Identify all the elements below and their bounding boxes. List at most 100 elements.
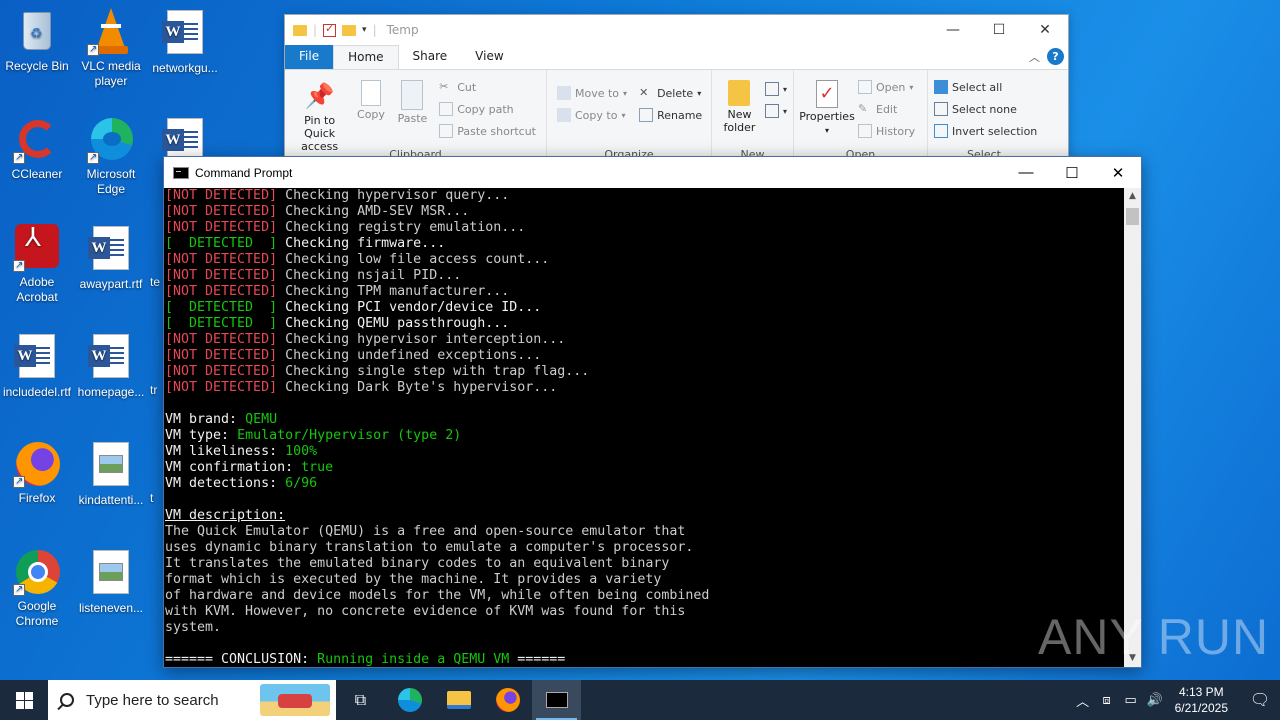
search-icon xyxy=(60,693,74,707)
ethernet-icon[interactable]: ▭ xyxy=(1119,692,1143,708)
easy-access-button[interactable]: ▾ xyxy=(764,102,787,120)
ribbon-group-new: New folder ▾ ▾ New xyxy=(712,70,794,163)
move-to-button[interactable]: Move to ▾ xyxy=(557,84,627,102)
word-document-icon: W xyxy=(161,10,209,58)
cmd-title: Command Prompt xyxy=(195,165,293,180)
desktop-icon-firefox[interactable]: Firefox xyxy=(0,440,74,506)
firefox-icon xyxy=(13,440,61,489)
desktop-icon-acrobat[interactable]: ⅄ Adobe Acrobat xyxy=(0,224,74,305)
taskbar-command-prompt[interactable] xyxy=(532,680,581,720)
task-view-icon: ⧉ xyxy=(354,690,367,709)
select-none-button[interactable]: Select none xyxy=(934,100,1037,118)
desktop-icon-vlc[interactable]: VLC media player xyxy=(74,8,148,89)
copy-path-button[interactable]: Copy path xyxy=(439,100,536,118)
start-button[interactable] xyxy=(0,680,48,720)
search-placeholder: Type here to search xyxy=(86,691,219,709)
close-icon[interactable]: ✕ xyxy=(1022,22,1068,38)
desktop-icon-recycle-bin[interactable]: ♻ Recycle Bin xyxy=(0,8,74,74)
taskbar-search-box[interactable]: Type here to search xyxy=(48,680,336,720)
desktop-icon-label: VLC media player xyxy=(81,59,141,88)
console-output[interactable]: [NOT DETECTED] Checking hypervisor query… xyxy=(164,188,1124,667)
invert-selection-icon xyxy=(934,124,948,138)
scissors-icon: ✂ xyxy=(439,80,449,93)
notification-icon[interactable]: 🗨 xyxy=(1240,690,1280,710)
desktop-icon-chrome[interactable]: Google Chrome xyxy=(0,548,74,629)
volume-icon[interactable]: 🔊 xyxy=(1143,692,1167,708)
check-text: Checking Dark Byte's hypervisor... xyxy=(285,380,558,395)
check-status: [NOT DETECTED] xyxy=(165,364,278,379)
new-folder-quick-icon[interactable] xyxy=(342,24,357,36)
check-line: [NOT DETECTED] Checking undefined except… xyxy=(165,348,1124,364)
invert-selection-button[interactable]: Invert selection xyxy=(934,122,1037,140)
copy-icon xyxy=(360,80,381,106)
desktop-icon-edge[interactable]: Microsoft Edge xyxy=(74,116,148,197)
conclusion-prefix: ====== CONCLUSION: xyxy=(165,652,318,667)
clock[interactable]: 4:13 PM 6/21/2025 xyxy=(1175,684,1228,716)
history-button[interactable]: History xyxy=(858,122,915,140)
desktop-icon-includedel[interactable]: W includedel.rtf xyxy=(0,332,74,400)
close-icon[interactable]: ✕ xyxy=(1095,164,1141,182)
taskbar-edge[interactable] xyxy=(385,680,434,720)
new-folder-icon xyxy=(728,80,751,106)
task-view-button[interactable]: ⧉ xyxy=(336,680,385,720)
properties-icon: ✓ xyxy=(816,80,838,108)
vertical-scrollbar[interactable]: ▲ ▼ xyxy=(1124,188,1141,667)
maximize-icon[interactable]: ☐ xyxy=(976,22,1022,38)
maximize-icon[interactable]: ☐ xyxy=(1049,164,1095,182)
search-highlight-image xyxy=(260,684,330,716)
folder-icon xyxy=(293,24,307,36)
tab-share[interactable]: Share xyxy=(399,45,462,69)
customize-dropdown-icon[interactable]: ▾ xyxy=(362,25,367,35)
desktop-icon-listeneven[interactable]: listeneven... xyxy=(74,548,148,616)
scroll-up-icon[interactable]: ▲ xyxy=(1124,188,1141,205)
desktop-icon-homepage[interactable]: W homepage... xyxy=(74,332,148,400)
copy-to-button[interactable]: Copy to ▾ xyxy=(557,106,627,124)
desktop-icon-ccleaner[interactable]: CCleaner xyxy=(0,116,74,182)
command-prompt-icon xyxy=(545,692,568,708)
taskbar-file-explorer[interactable] xyxy=(434,680,483,720)
minimize-icon[interactable]: — xyxy=(930,22,976,38)
image-document-icon xyxy=(87,442,135,490)
tab-file[interactable]: File xyxy=(285,45,334,69)
collapse-ribbon-icon[interactable]: ︿ xyxy=(1029,49,1040,65)
minimize-icon[interactable]: — xyxy=(1003,164,1049,182)
word-document-icon: W xyxy=(87,226,135,274)
check-status: [NOT DETECTED] xyxy=(165,188,278,203)
history-icon xyxy=(858,124,872,138)
open-icon xyxy=(858,80,872,94)
check-status: [NOT DETECTED] xyxy=(165,332,278,347)
properties-quick-icon[interactable] xyxy=(323,22,337,37)
desktop-icon-label: tr xyxy=(150,383,158,397)
desktop-icon-label: Recycle Bin xyxy=(5,59,69,73)
desktop-icon-tr-partial[interactable]: tr xyxy=(148,332,164,398)
paste-shortcut-button[interactable]: Paste shortcut xyxy=(439,122,536,140)
tab-view[interactable]: View xyxy=(461,45,517,69)
check-text: Checking hypervisor interception... xyxy=(285,332,566,347)
desktop-icon-t-partial[interactable]: t xyxy=(148,440,164,506)
check-status: [ DETECTED ] xyxy=(165,236,278,251)
system-tray: ︿ ⧈ ▭ 🔊 4:13 PM 6/21/2025 🗨 xyxy=(1071,684,1280,716)
chevron-up-icon[interactable]: ︿ xyxy=(1071,691,1095,710)
delete-button[interactable]: ✕ Delete ▾ xyxy=(639,84,702,102)
conclusion-suffix: ====== xyxy=(509,652,566,667)
rename-button[interactable]: Rename xyxy=(639,106,702,124)
select-all-button[interactable]: Select all xyxy=(934,78,1037,96)
edge-icon xyxy=(87,116,135,165)
desktop-icon-kindattenti[interactable]: kindattenti... xyxy=(74,440,148,508)
edit-button[interactable]: ✎ Edit xyxy=(858,100,915,118)
help-icon[interactable]: ? xyxy=(1047,48,1064,65)
command-prompt-window: Command Prompt — ☐ ✕ [NOT DETECTED] Chec… xyxy=(163,156,1142,668)
check-status: [NOT DETECTED] xyxy=(165,204,278,219)
desktop-icon-networkgu[interactable]: W networkgu... xyxy=(148,8,222,76)
network-icon[interactable]: ⧈ xyxy=(1095,692,1119,708)
open-button[interactable]: Open ▾ xyxy=(858,78,915,96)
desktop-icon-awaypart[interactable]: W awaypart.rtf xyxy=(74,224,148,292)
desktop-icon-label: Adobe Acrobat xyxy=(16,275,58,304)
desktop-icon-label: Google Chrome xyxy=(15,599,59,628)
taskbar-firefox[interactable] xyxy=(483,680,532,720)
cut-button[interactable]: ✂ Cut xyxy=(439,78,536,96)
new-item-button[interactable]: ▾ xyxy=(764,80,787,98)
desktop-icon-label: awaypart.rtf xyxy=(79,277,143,291)
scrollbar-thumb[interactable] xyxy=(1126,208,1139,225)
tab-home[interactable]: Home xyxy=(333,45,399,69)
